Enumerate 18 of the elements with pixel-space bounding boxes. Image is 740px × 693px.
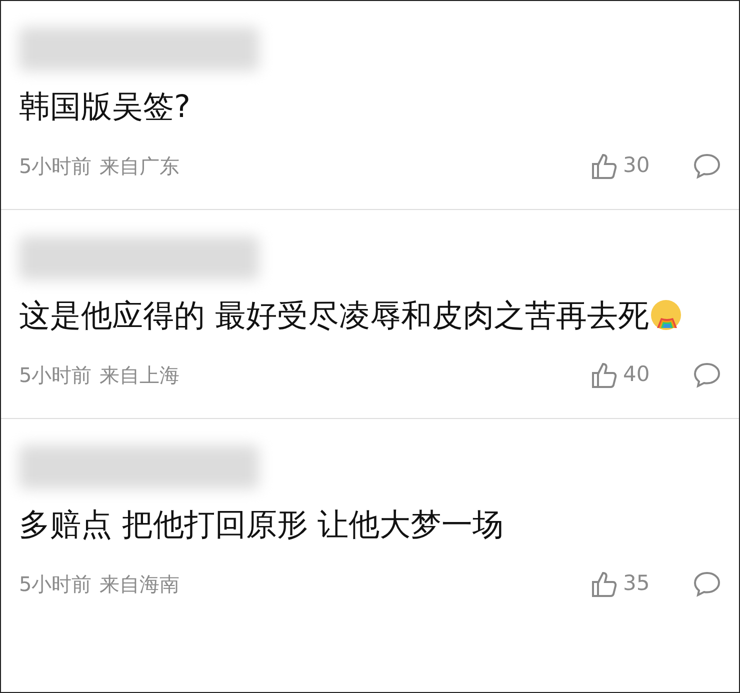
comment-time: 5小时前 (19, 153, 92, 180)
thumbs-up-icon (591, 570, 619, 598)
like-count: 40 (623, 361, 651, 388)
comment-text: 韩国版吴签? (19, 89, 190, 125)
thumbs-up-icon (591, 152, 619, 180)
comment-location: 来自海南 (100, 571, 180, 598)
comment-location: 来自上海 (100, 362, 180, 389)
like-count: 35 (623, 570, 651, 598)
comment-icon[interactable] (693, 571, 721, 597)
comment-icon[interactable] (693, 153, 721, 179)
like-count: 30 (623, 152, 651, 180)
comment-time: 5小时前 (19, 571, 92, 598)
comment-text: 多赔点 把他打回原形 让他大梦一场 (19, 507, 504, 543)
thumbs-up-icon (591, 361, 619, 389)
comment-location: 来自广东 (100, 153, 180, 180)
comment-time: 5小时前 (19, 362, 92, 389)
comment-text: 这是他应得的 最好受尽凌辱和皮肉之苦再去死 (19, 298, 649, 334)
comment-icon[interactable] (693, 362, 721, 388)
